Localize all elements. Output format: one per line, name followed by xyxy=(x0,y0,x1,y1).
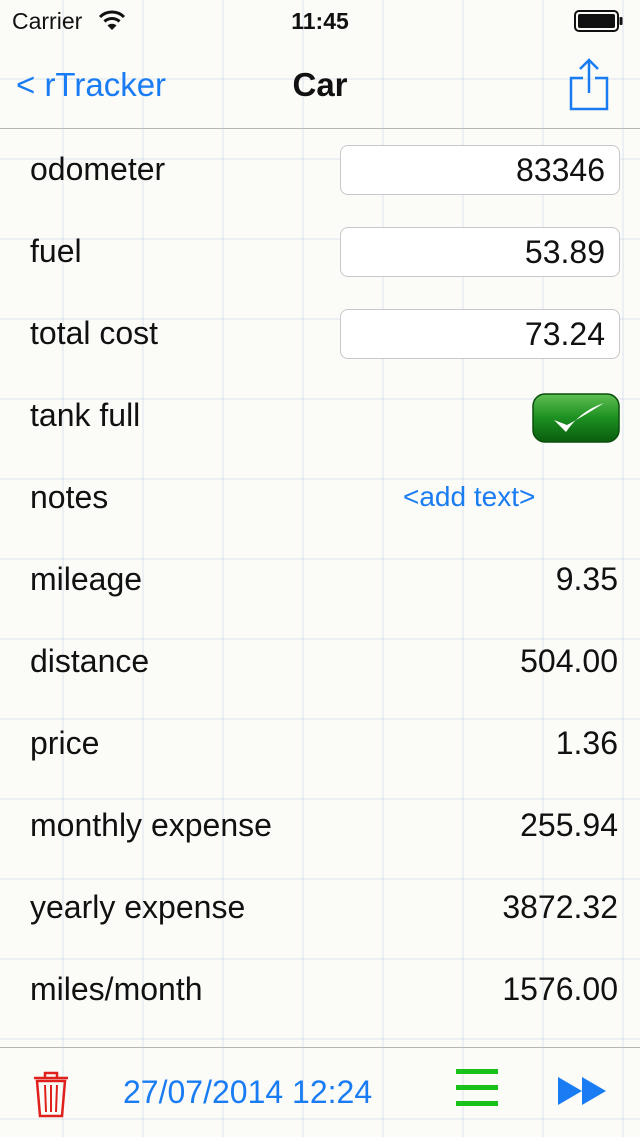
row-value: 9.35 xyxy=(555,561,618,597)
row-label: yearly expense xyxy=(30,889,246,925)
row-monthly-expense: monthly expense 255.94 xyxy=(0,785,640,867)
row-label: mileage xyxy=(30,561,143,597)
navigation-bar: < rTracker Car xyxy=(0,40,640,129)
row-label: fuel xyxy=(30,233,82,269)
tracker-rows: odometer fuel total cost tank full notes… xyxy=(0,129,640,1031)
row-yearly-expense: yearly expense 3872.32 xyxy=(0,867,640,949)
row-mileage: mileage 9.35 xyxy=(0,539,640,621)
row-label: total cost xyxy=(30,315,159,351)
row-label: miles/month xyxy=(30,971,203,1007)
status-bar: Carrier 11:45 xyxy=(0,0,640,40)
fuel-input[interactable] xyxy=(340,227,620,277)
row-total-cost: total cost xyxy=(0,293,640,375)
trash-icon[interactable] xyxy=(32,1068,70,1118)
row-value: 1.36 xyxy=(555,725,618,761)
row-label: odometer xyxy=(30,151,166,187)
row-miles-month: miles/month 1576.00 xyxy=(0,949,640,1031)
share-icon[interactable] xyxy=(568,56,610,112)
row-label: distance xyxy=(30,643,150,679)
row-fuel: fuel xyxy=(0,211,640,293)
row-distance: distance 504.00 xyxy=(0,621,640,703)
add-text-link[interactable]: <add text> xyxy=(403,481,535,513)
battery-icon xyxy=(574,10,623,32)
total-cost-input[interactable] xyxy=(340,309,620,359)
fast-forward-icon[interactable] xyxy=(558,1076,606,1106)
row-tank-full: tank full xyxy=(0,375,640,457)
row-value: 504.00 xyxy=(520,643,618,679)
row-label: tank full xyxy=(30,397,141,433)
row-value: 1576.00 xyxy=(502,971,618,1007)
bottom-toolbar: 27/07/2014 12:24 xyxy=(0,1047,640,1137)
entry-date-button[interactable]: 27/07/2014 12:24 xyxy=(123,1074,372,1111)
row-label: price xyxy=(30,725,100,761)
row-price: price 1.36 xyxy=(0,703,640,785)
row-notes: notes <add text> xyxy=(0,457,640,539)
status-time: 11:45 xyxy=(291,8,349,34)
row-value: 3872.32 xyxy=(502,889,618,925)
tank-full-checkbox[interactable] xyxy=(532,393,620,443)
page-title: Car xyxy=(292,66,348,103)
row-label: monthly expense xyxy=(30,807,272,843)
odometer-input[interactable] xyxy=(340,145,620,195)
row-label: notes xyxy=(30,479,109,515)
row-value: 255.94 xyxy=(520,807,618,843)
list-icon[interactable] xyxy=(456,1066,498,1110)
row-odometer: odometer xyxy=(0,129,640,211)
